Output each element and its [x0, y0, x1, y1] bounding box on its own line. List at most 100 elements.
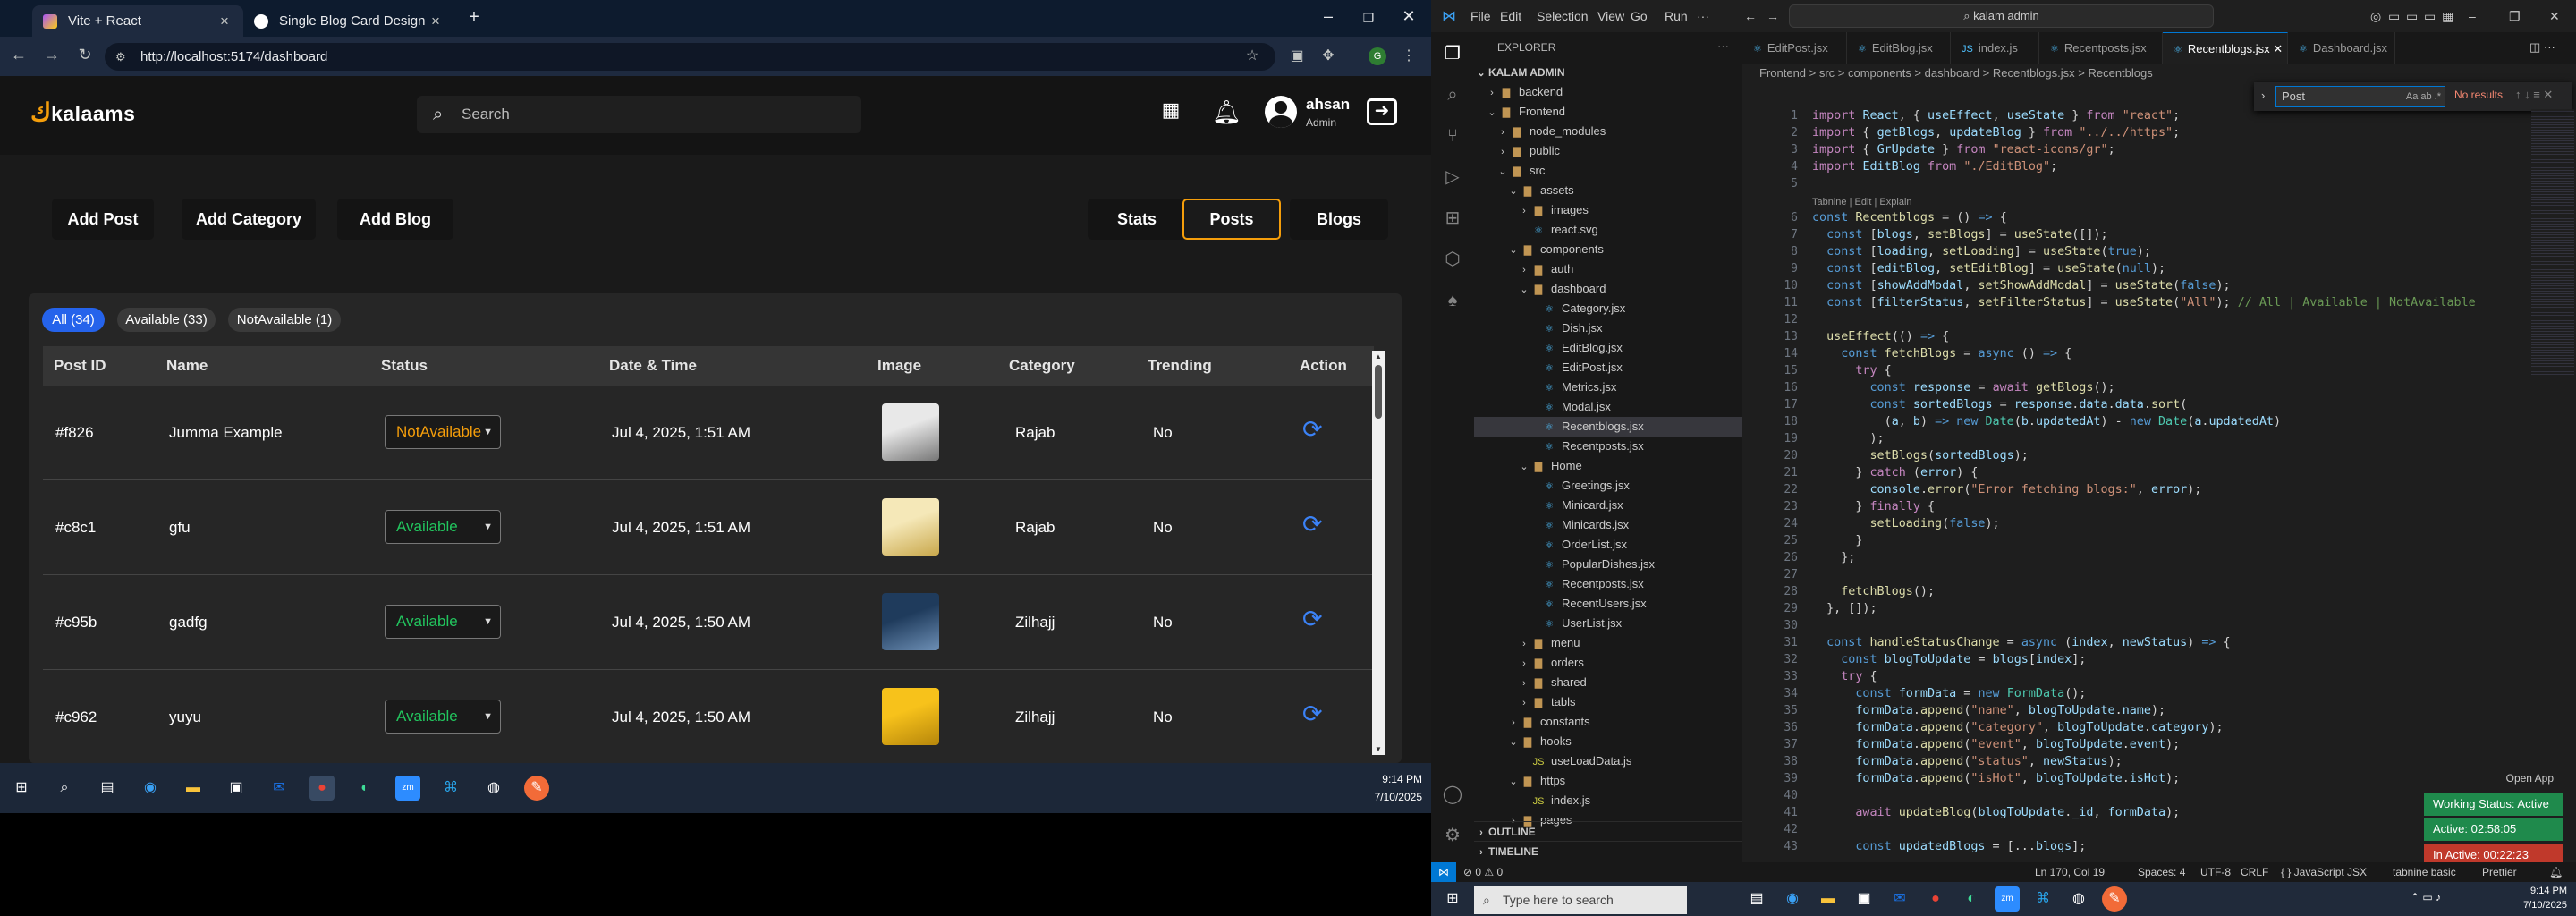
code-line[interactable]: }; [1812, 551, 1855, 564]
find-input[interactable]: Post Aa ab .* [2275, 86, 2445, 107]
code-line[interactable]: try { [1812, 364, 1891, 377]
close-tab-icon[interactable]: × [215, 13, 234, 30]
tree-file[interactable]: JS index.js [1474, 791, 1742, 810]
tree-file[interactable]: ⚛ Recentposts.jsx [1474, 574, 1742, 594]
code-line[interactable]: formData.append("status", newStatus); [1812, 755, 2122, 768]
code-line[interactable]: useEffect(() => { [1812, 330, 1949, 344]
minimize-icon[interactable]: – [2469, 9, 2476, 23]
profile-avatar-icon[interactable]: G [1368, 47, 1386, 65]
grid-icon[interactable]: ▦ [1157, 98, 1185, 122]
nav-forward-icon[interactable]: → [1767, 9, 1779, 23]
code-line[interactable]: } catch (error) { [1812, 466, 1978, 479]
tree-folder[interactable]: › ▇ auth [1474, 259, 1742, 279]
prettier-status[interactable]: Prettier [2482, 862, 2517, 882]
command-center[interactable]: ⌕ kalam admin [1789, 4, 2214, 28]
menu-item-selection[interactable]: Selection [1537, 9, 1589, 23]
language-mode[interactable]: { } JavaScript JSX [2281, 862, 2367, 882]
tree-folder[interactable]: › ▇ shared [1474, 673, 1742, 692]
open-app-button[interactable]: Open App [2424, 767, 2563, 786]
search-input[interactable]: ⌕ Search [417, 96, 861, 133]
extensions-icon[interactable]: ⊞ [1442, 208, 1463, 229]
tree-file[interactable]: ⚛ EditPost.jsx [1474, 358, 1742, 377]
chrome-icon[interactable]: ● [1923, 886, 1948, 912]
problems-count[interactable]: ⊘ 0 ⚠ 0 [1463, 862, 1503, 882]
outlook-icon[interactable]: ✉ [1887, 886, 1912, 912]
toggle-panel-icon[interactable]: ▭ [2406, 9, 2418, 24]
code-line[interactable]: const [loading, setLoading] = useState(t… [1812, 245, 2151, 259]
code-line[interactable]: }, []); [1812, 602, 1877, 615]
code-line[interactable]: const sortedBlogs = response.data.data.s… [1812, 398, 2188, 411]
filter-notavailable-chip[interactable]: NotAvailable (1) [228, 308, 341, 332]
tree-folder[interactable]: › ▇ public [1474, 141, 1742, 161]
notifications-bell-icon[interactable]: 🔔︎ [2549, 862, 2563, 882]
tree-folder[interactable]: ⌄ ▇ src [1474, 161, 1742, 181]
tree-folder[interactable]: ⌄ ▇ https [1474, 771, 1742, 791]
close-window-icon[interactable]: ✕ [1395, 7, 1422, 26]
code-line[interactable]: import EditBlog from "./EditBlog"; [1812, 160, 2057, 174]
clock[interactable]: 9:14 PM 7/10/2025 [2513, 884, 2567, 912]
tree-file[interactable]: ⚛ Dish.jsx [1474, 318, 1742, 338]
extension-icon[interactable]: ▣ [1288, 47, 1306, 65]
browser-tab[interactable]: Single Blog Card Design × [243, 5, 454, 37]
code-line[interactable]: } finally { [1812, 500, 1935, 513]
editor-tab[interactable]: ⚛ Recentblogs.jsx ✕ [2163, 32, 2288, 64]
editor-tab[interactable]: ⚛ Dashboard.jsx [2288, 32, 2395, 64]
mongodb-icon[interactable]: ♠ [1442, 290, 1463, 311]
app-icon[interactable]: ◍ [2066, 886, 2091, 912]
tree-file[interactable]: ⚛ Category.jsx [1474, 299, 1742, 318]
app-icon[interactable]: ◐ [352, 776, 377, 801]
code-line[interactable]: const response = await getBlogs(); [1812, 381, 2115, 394]
code-line[interactable]: ); [1812, 432, 1884, 445]
bookmark-star-icon[interactable]: ☆ [1243, 47, 1261, 65]
add-post-button[interactable]: Add Post [52, 199, 154, 240]
tree-file[interactable]: ⚛ Metrics.jsx [1474, 377, 1742, 397]
code-line[interactable]: formData.append("category", blogToUpdate… [1812, 721, 2223, 734]
code-line[interactable]: import React, { useEffect, useState } fr… [1812, 109, 2180, 123]
tabnine-status[interactable]: tabnine basic [2393, 862, 2456, 882]
taskbar-search[interactable]: ⌕ Type here to search [1474, 886, 1687, 914]
workspace-root[interactable]: ⌄ KALAM ADMIN [1474, 63, 1742, 82]
split-editor-icon[interactable]: ◫ ··· [2529, 40, 2555, 55]
edge-icon[interactable]: ◉ [138, 776, 163, 801]
logout-icon[interactable]: ➜ [1367, 98, 1397, 125]
code-line[interactable]: (a, b) => new Date(b.updatedAt) - new Da… [1812, 415, 2281, 428]
col-date-time[interactable]: Date & Time [609, 346, 697, 386]
run-debug-icon[interactable]: ▷ [1442, 166, 1463, 188]
vscode-icon[interactable]: ⌘ [2030, 886, 2055, 912]
tab-blogs[interactable]: Blogs [1290, 199, 1388, 240]
editor-tab[interactable]: ⚛ Recentposts.jsx [2039, 32, 2163, 64]
toggle-replace-icon[interactable]: › [2261, 89, 2265, 102]
table-scrollbar[interactable]: ▲ ▼ [1372, 351, 1385, 755]
tabnine-codelens[interactable]: Tabnine | Edit | Explain [1812, 197, 1912, 208]
new-tab-button[interactable]: + [461, 7, 487, 28]
tree-file[interactable]: ⚛ Greetings.jsx [1474, 476, 1742, 496]
remote-icon[interactable]: ⬡ [1442, 249, 1463, 270]
code-line[interactable]: const updatedBlogs = [...blogs]; [1812, 840, 2086, 852]
task-view-icon[interactable]: ▤ [95, 776, 120, 801]
code-line[interactable]: await updateBlog(blogToUpdate._id, formD… [1812, 806, 2180, 819]
browser-tab-active[interactable]: Vite + React × [32, 5, 243, 37]
code-line[interactable]: const formData = new FormData(); [1812, 687, 2086, 700]
status-select[interactable]: NotAvailable ▼ [385, 415, 501, 449]
source-control-icon[interactable]: ⑂ [1442, 125, 1463, 147]
tree-folder[interactable]: ⌄ ▇ hooks [1474, 732, 1742, 751]
search-icon[interactable]: ⌕ [52, 776, 77, 801]
tree-folder[interactable]: › ▇ node_modules [1474, 122, 1742, 141]
code-line[interactable]: const fetchBlogs = async () => { [1812, 347, 2072, 360]
menu-item-more[interactable]: ··· [1697, 9, 1709, 23]
account-icon[interactable]: ◯ [1442, 784, 1463, 805]
editor-tab[interactable]: JS index.js [1951, 32, 2039, 64]
add-category-button[interactable]: Add Category [182, 199, 316, 240]
code-line[interactable]: const [editBlog, setEditBlog] = useState… [1812, 262, 2165, 276]
code-line[interactable]: const handleStatusChange = async (index,… [1812, 636, 2231, 649]
tree-file[interactable]: ⚛ Recentposts.jsx [1474, 437, 1742, 456]
tree-file[interactable]: ⚛ EditBlog.jsx [1474, 338, 1742, 358]
status-select[interactable]: Available ▼ [385, 510, 501, 544]
outline-section[interactable]: › OUTLINE [1474, 821, 1742, 841]
tree-folder[interactable]: ⌄ ▇ dashboard [1474, 279, 1742, 299]
tree-file[interactable]: ⚛ UserList.jsx [1474, 614, 1742, 633]
tree-folder[interactable]: › ▇ menu [1474, 633, 1742, 653]
tree-folder[interactable]: ⌄ ▇ components [1474, 240, 1742, 259]
tree-folder[interactable]: › ▇ constants [1474, 712, 1742, 732]
tree-folder[interactable]: ⌄ ▇ assets [1474, 181, 1742, 200]
